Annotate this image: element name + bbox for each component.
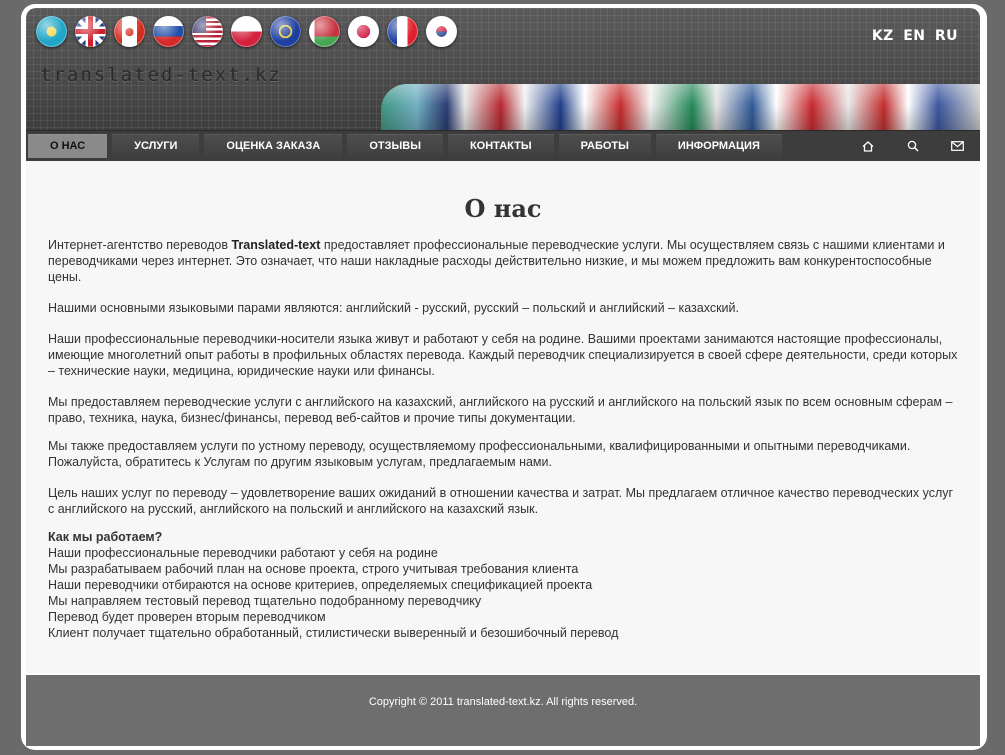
nav-item-services[interactable]: УСЛУГИ bbox=[112, 134, 200, 158]
canada-flag-icon[interactable] bbox=[114, 16, 145, 47]
copyright-text: Copyright © 2011 translated-text.kz. All… bbox=[368, 696, 638, 708]
paragraph: Мы также предоставляем услуги по устному… bbox=[48, 439, 911, 469]
how-we-work-heading: Как мы работаем? bbox=[48, 530, 163, 544]
site-logo[interactable]: translated-text.kz bbox=[40, 64, 282, 86]
list-item: Наши профессиональные переводчики работа… bbox=[48, 546, 438, 560]
language-switcher: KZ EN RU bbox=[868, 28, 958, 44]
nav-item-about[interactable]: О НАС bbox=[28, 134, 108, 158]
eu-flag-icon[interactable] bbox=[270, 16, 301, 47]
main-content: О нас Интернет-агентство переводов Trans… bbox=[26, 161, 980, 673]
lang-en-link[interactable]: EN bbox=[903, 28, 925, 44]
poland-flag-icon[interactable] bbox=[231, 16, 262, 47]
nav-item-information[interactable]: ИНФОРМАЦИЯ bbox=[655, 134, 782, 158]
nav-item-works[interactable]: РАБОТЫ bbox=[558, 134, 651, 158]
site-footer: Copyright © 2011 translated-text.kz. All… bbox=[26, 675, 980, 746]
paragraph: Цель наших услуг по переводу – удовлетво… bbox=[48, 486, 954, 516]
mail-icon[interactable] bbox=[935, 131, 980, 161]
korea-flag-icon[interactable] bbox=[426, 16, 457, 47]
list-item: Перевод будет проверен вторым переводчик… bbox=[48, 610, 326, 624]
paragraph: Мы предоставляем переводческие услуги с … bbox=[48, 395, 953, 425]
list-item: Мы разрабатываем рабочий план на основе … bbox=[48, 562, 579, 576]
france-flag-icon[interactable] bbox=[387, 16, 418, 47]
list-item: Клиент получает тщательно обработанный, … bbox=[48, 626, 619, 640]
nav-item-reviews[interactable]: ОТЗЫВЫ bbox=[347, 134, 443, 158]
nav-item-contacts[interactable]: КОНТАКТЫ bbox=[447, 134, 554, 158]
page-frame: KZ EN RU translated-text.kz О НАС УСЛУГИ… bbox=[21, 4, 987, 750]
main-navigation: О НАС УСЛУГИ ОЦЕНКА ЗАКАЗА ОТЗЫВЫ КОНТАК… bbox=[26, 130, 980, 161]
brand-name: Translated-text bbox=[231, 238, 321, 252]
japan-flag-icon[interactable] bbox=[348, 16, 379, 47]
belarus-flag-icon[interactable] bbox=[309, 16, 340, 47]
page-title: О нас bbox=[464, 194, 542, 223]
paragraph: Наши профессиональные переводчики-носите… bbox=[48, 332, 958, 378]
uk-flag-icon[interactable] bbox=[75, 16, 106, 47]
site-header: KZ EN RU translated-text.kz bbox=[26, 8, 980, 130]
intro-paragraph: Интернет-агентство переводов Translated-… bbox=[48, 237, 962, 285]
usa-flag-icon[interactable] bbox=[192, 16, 223, 47]
lang-kz-link[interactable]: KZ bbox=[872, 28, 894, 44]
kazakhstan-flag-icon[interactable] bbox=[36, 16, 67, 47]
flag-bar bbox=[36, 16, 465, 50]
search-icon[interactable] bbox=[890, 131, 935, 161]
list-item: Наши переводчики отбираются на основе кр… bbox=[48, 578, 593, 592]
flags-banner-image bbox=[381, 84, 980, 130]
intro-text-start: Интернет-агентство переводов bbox=[48, 238, 232, 252]
list-item: Мы направляем тестовый перевод тщательно… bbox=[48, 594, 482, 608]
paragraph: Нашими основными языковыми парами являют… bbox=[48, 301, 739, 315]
article-text: Интернет-агентство переводов Translated-… bbox=[48, 237, 962, 641]
home-icon[interactable] bbox=[845, 131, 890, 161]
nav-item-order-estimate[interactable]: ОЦЕНКА ЗАКАЗА bbox=[204, 134, 343, 158]
russia-flag-icon[interactable] bbox=[153, 16, 184, 47]
lang-ru-link[interactable]: RU bbox=[935, 28, 958, 44]
how-we-work-list: Наши профессиональные переводчики работа… bbox=[48, 545, 962, 641]
